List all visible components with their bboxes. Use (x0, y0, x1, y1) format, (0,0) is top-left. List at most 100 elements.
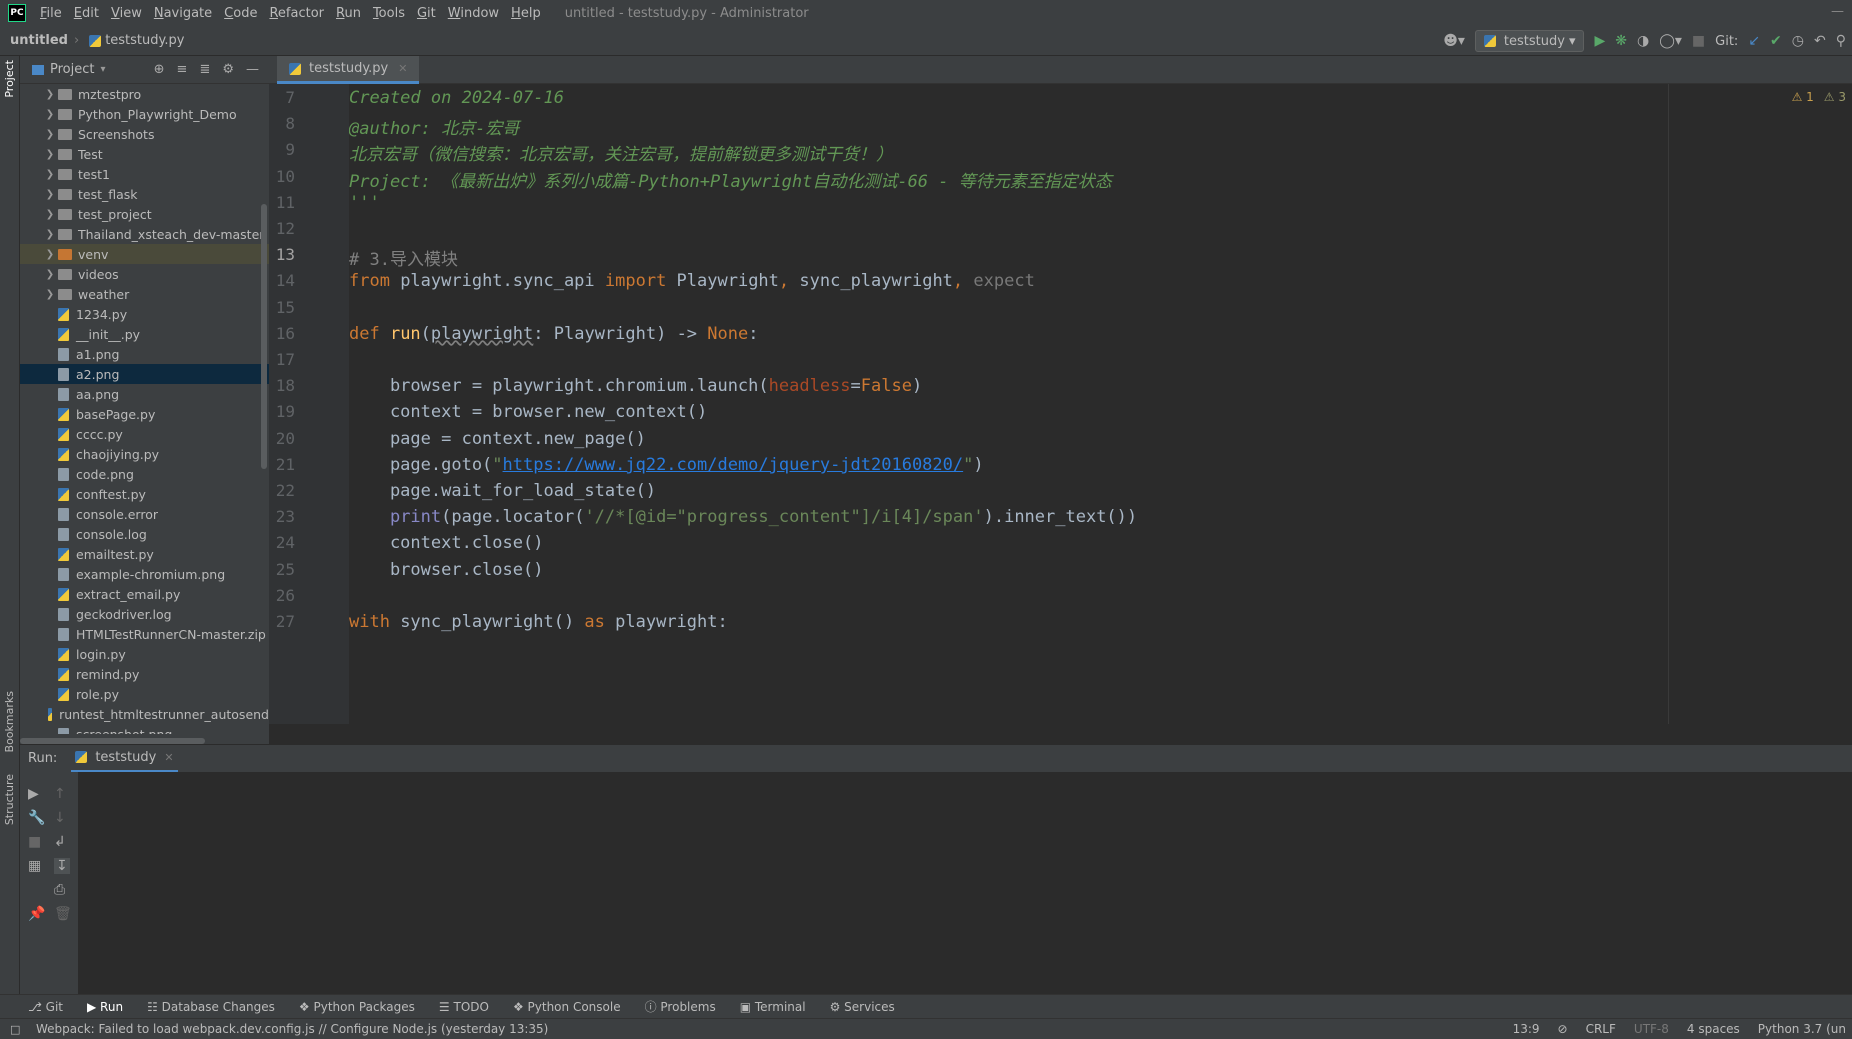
print-icon[interactable]: ⎙ (54, 882, 65, 898)
python-interpreter[interactable]: Python 3.7 (un (1758, 1022, 1846, 1036)
close-icon[interactable]: ✕ (164, 751, 173, 764)
run-icon[interactable]: ▶ (1594, 33, 1605, 49)
collapse-all-icon[interactable]: ≣ (199, 62, 210, 77)
code-editor[interactable]: Created on 2024-07-16 @author: 北京-宏哥 北京宏哥（… (349, 84, 1852, 724)
chevron-right-icon[interactable]: ❯ (42, 129, 58, 140)
editor-tab-teststudy[interactable]: teststudy.py ✕ (277, 56, 420, 84)
expand-all-icon[interactable]: ≡ (177, 62, 188, 77)
chevron-right-icon[interactable]: ❯ (42, 189, 58, 200)
tool-window-run[interactable]: ▶ Run (87, 1000, 123, 1014)
tree-item[interactable]: ❯ test1 (20, 164, 269, 184)
menu-file[interactable]: File (34, 6, 68, 21)
tree-item[interactable]: ❯ Screenshots (20, 124, 269, 144)
tool-window-python-console[interactable]: ❖ Python Console (513, 1000, 621, 1014)
chevron-right-icon[interactable]: ❯ (42, 149, 58, 160)
up-arrow-icon[interactable]: ↑ (54, 786, 66, 802)
tool-window-services[interactable]: ⚙ Services (830, 1000, 895, 1014)
stop-icon[interactable]: ■ (28, 834, 41, 850)
layout-icon[interactable]: ▦ (28, 858, 41, 874)
rerun-icon[interactable]: ▶ (28, 786, 39, 802)
tree-item[interactable]: __init__.py (20, 324, 269, 344)
chevron-right-icon[interactable]: ❯ (42, 289, 58, 300)
tool-window-problems[interactable]: ⓘ Problems (645, 998, 716, 1015)
scroll-to-end-icon[interactable]: ↧ (54, 858, 70, 874)
search-icon[interactable]: ⚲ (1836, 33, 1846, 49)
tree-item[interactable]: ❯ test_project (20, 204, 269, 224)
soft-wrap-icon[interactable]: ↲ (54, 834, 66, 850)
tree-item[interactable]: ❯ test_flask (20, 184, 269, 204)
tree-item[interactable]: aa.png (20, 384, 269, 404)
menu-help[interactable]: Help (505, 6, 547, 21)
locate-icon[interactable]: ⊕ (154, 62, 165, 77)
chevron-right-icon[interactable]: ❯ (42, 269, 58, 280)
project-panel-title[interactable]: Project (50, 62, 94, 77)
tree-item[interactable]: ❯ weather (20, 284, 269, 304)
tree-item[interactable]: geckodriver.log (20, 604, 269, 624)
line-separator[interactable]: CRLF (1586, 1022, 1616, 1036)
run-configuration-select[interactable]: teststudy ▾ (1474, 30, 1585, 52)
caret-position[interactable]: 13:9 (1513, 1022, 1540, 1036)
tree-item[interactable]: ❯ mztestpro (20, 84, 269, 104)
trash-icon[interactable]: 🗑 (54, 906, 72, 922)
tree-item[interactable]: ❯ Test (20, 144, 269, 164)
gear-icon[interactable]: ⚙ (222, 62, 234, 77)
tree-item[interactable]: ❯ Thailand_xsteach_dev-master (20, 224, 269, 244)
tree-item[interactable]: remind.py (20, 664, 269, 684)
tree-item[interactable]: chaojiying.py (20, 444, 269, 464)
chevron-right-icon[interactable]: ❯ (42, 209, 58, 220)
run-tab-teststudy[interactable]: teststudy ✕ (71, 745, 178, 773)
minimize-icon[interactable]: — (1831, 4, 1844, 19)
tree-item[interactable]: 1234.py (20, 304, 269, 324)
pin-icon[interactable]: 📌 (28, 906, 45, 922)
tree-item[interactable]: basePage.py (20, 404, 269, 424)
tree-item[interactable]: ❯ venv (20, 244, 269, 264)
tree-item[interactable]: a2.png (20, 364, 269, 384)
tree-item[interactable]: console.error (20, 504, 269, 524)
breadcrumb-file[interactable]: teststudy.py (79, 33, 184, 48)
structure-side-tab[interactable]: Structure (3, 774, 16, 825)
menu-tools[interactable]: Tools (367, 6, 411, 21)
tree-item[interactable]: HTMLTestRunnerCN-master.zip (20, 624, 269, 644)
tree-item[interactable]: runtest_htmltestrunner_autosend (20, 704, 269, 724)
menu-navigate[interactable]: Navigate (148, 6, 218, 21)
menu-refactor[interactable]: Refactor (263, 6, 330, 21)
down-arrow-icon[interactable]: ↓ (54, 810, 66, 826)
tree-item[interactable]: role.py (20, 684, 269, 704)
no-lock-icon[interactable]: ⊘ (1558, 1022, 1568, 1036)
menu-git[interactable]: Git (411, 6, 442, 21)
tool-window-terminal[interactable]: ▣ Terminal (740, 1000, 806, 1014)
menu-code[interactable]: Code (218, 6, 263, 21)
code-token[interactable]: https://www.jq22.com/demo/jquery-jdt2016… (503, 455, 964, 475)
chevron-down-icon[interactable]: ▾ (100, 64, 105, 75)
status-toggle-icon[interactable]: □ (10, 1023, 20, 1036)
git-update-icon[interactable]: ↙ (1748, 33, 1760, 49)
menu-run[interactable]: Run (330, 6, 367, 21)
tree-item[interactable]: a1.png (20, 344, 269, 364)
breadcrumb-project[interactable]: untitled (0, 33, 68, 48)
history-icon[interactable]: ◷ (1792, 33, 1804, 49)
tool-window-database-changes[interactable]: ☷ Database Changes (147, 1000, 275, 1014)
tool-window-python-packages[interactable]: ❖ Python Packages (299, 1000, 415, 1014)
rollback-icon[interactable]: ↶ (1814, 33, 1826, 49)
profile-icon[interactable]: ◯▾ (1659, 33, 1682, 49)
coverage-icon[interactable]: ◑ (1637, 33, 1649, 49)
tree-item[interactable]: console.log (20, 524, 269, 544)
tree-item[interactable]: cccc.py (20, 424, 269, 444)
chevron-right-icon[interactable]: ❯ (42, 169, 58, 180)
git-commit-icon[interactable]: ✔ (1770, 33, 1782, 49)
user-icon[interactable]: ☻▾ (1443, 33, 1465, 49)
chevron-right-icon[interactable]: ❯ (42, 229, 58, 240)
close-icon[interactable]: ✕ (398, 62, 407, 75)
tree-item[interactable]: screenshot.png (20, 724, 269, 734)
tool-window-todo[interactable]: ☰ TODO (439, 1000, 489, 1014)
tree-item[interactable]: login.py (20, 644, 269, 664)
wrench-icon[interactable]: 🔧 (28, 810, 45, 826)
project-scrollbar-vertical[interactable] (261, 204, 267, 469)
status-message[interactable]: Webpack: Failed to load webpack.dev.conf… (0, 1022, 548, 1036)
menu-edit[interactable]: Edit (68, 6, 105, 21)
tool-window-git[interactable]: ⎇ Git (28, 1000, 63, 1014)
chevron-right-icon[interactable]: ❯ (42, 249, 58, 260)
debug-icon[interactable]: ❋ (1615, 33, 1627, 49)
tree-item[interactable]: ❯ videos (20, 264, 269, 284)
tree-item[interactable]: example-chromium.png (20, 564, 269, 584)
